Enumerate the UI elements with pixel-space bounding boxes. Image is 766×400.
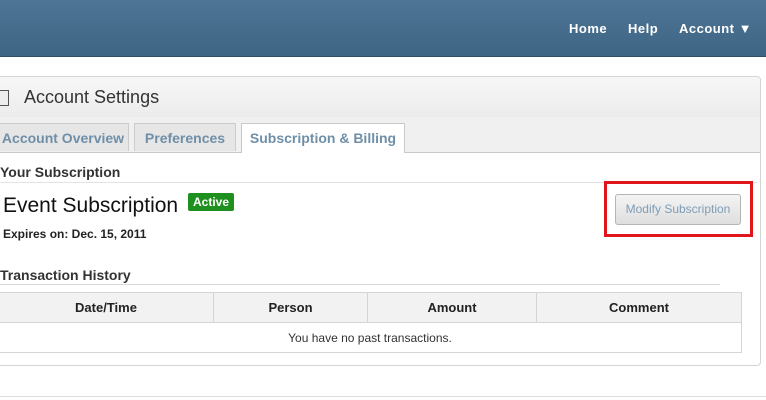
settings-page-icon [0,90,9,106]
modify-subscription-button[interactable]: Modify Subscription [615,194,741,225]
status-badge: Active [188,193,235,211]
tab-subscription-billing[interactable]: Subscription & Billing [241,123,405,153]
expiration-date: Expires on: Dec. 15, 2011 [3,227,147,241]
nav-account-menu[interactable]: Account ▼ [679,21,752,36]
column-header-amount: Amount [367,292,537,323]
column-header-comment: Comment [536,292,742,323]
tab-account-overview[interactable]: Account Overview [0,123,129,151]
page-title: Account Settings [24,87,160,107]
subscription-name: Event Subscription [3,194,179,217]
top-navigation-bar: Home Help Account ▼ [0,0,766,57]
divider [0,284,720,285]
tab-strip: Account Overview Preferences Subscriptio… [0,117,760,153]
transaction-history-heading: Transaction History [0,267,131,283]
page-divider [0,396,766,397]
column-header-person: Person [213,292,368,323]
table-header-row: Date/Time Person Amount Comment [0,292,742,323]
nav-help-link[interactable]: Help [628,21,658,36]
panel-header: Account Settings [0,77,760,118]
transaction-table: Date/Time Person Amount Comment You have… [0,292,742,353]
empty-transactions-message: You have no past transactions. [0,322,742,353]
tab-preferences[interactable]: Preferences [134,123,236,151]
column-header-datetime: Date/Time [0,292,214,323]
your-subscription-heading: Your Subscription [0,164,121,180]
table-row: You have no past transactions. [0,322,742,353]
nav-home-link[interactable]: Home [569,21,607,36]
